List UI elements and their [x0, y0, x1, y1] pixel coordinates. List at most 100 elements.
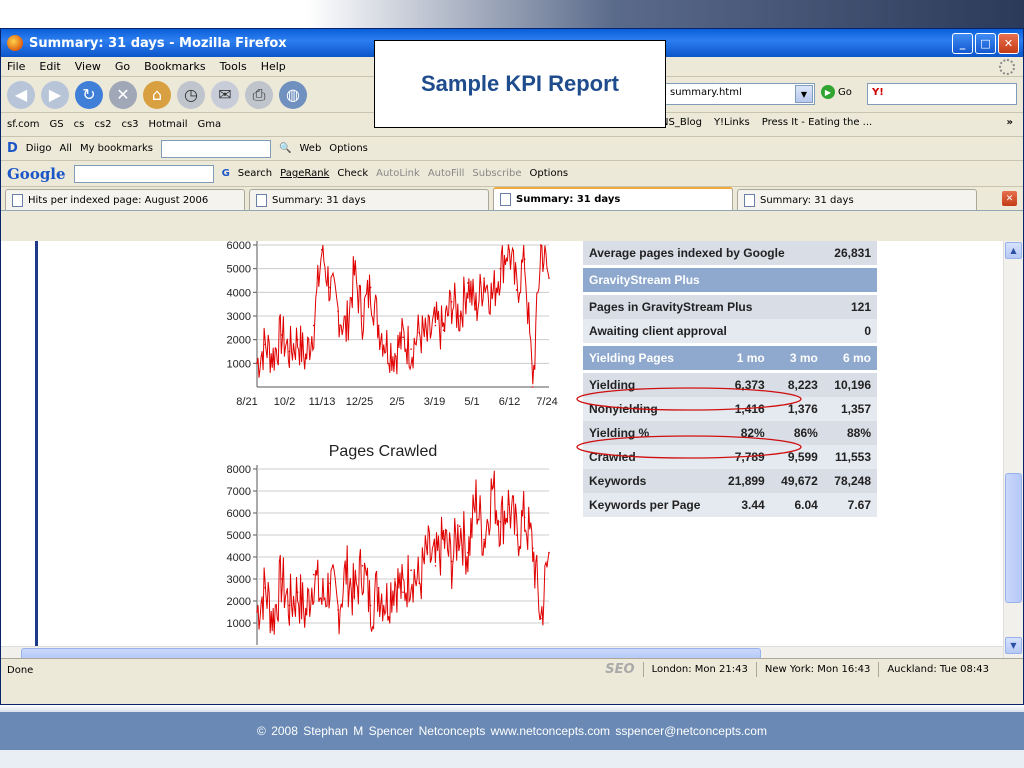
crawled-data-point — [458, 525, 461, 527]
bookmark-cs2[interactable]: cs2 — [94, 119, 111, 130]
indexed-x-tick-label: 11/13 — [309, 396, 336, 408]
vertical-scroll-thumb[interactable] — [1005, 473, 1022, 603]
scroll-down-icon[interactable]: ▼ — [1005, 637, 1022, 654]
crawled-series-line — [256, 470, 550, 635]
crawled-data-point — [272, 617, 275, 620]
reload-icon[interactable]: ↻ — [75, 80, 103, 109]
indexed-data-point — [369, 286, 372, 289]
url-dropdown-icon[interactable]: ▼ — [795, 85, 813, 103]
crawled-data-point — [280, 578, 283, 580]
google-g-icon: G — [221, 168, 230, 179]
clock-london: London: Mon 21:43 — [642, 662, 756, 677]
bookmark-ylinks[interactable]: Y!Links — [714, 117, 750, 128]
bookmark-sf[interactable]: sf.com — [7, 119, 40, 130]
indexed-data-point — [418, 331, 421, 334]
menu-help[interactable]: Help — [261, 60, 286, 73]
google-search-button[interactable]: Search — [238, 168, 272, 179]
indexed-y-tick-label: 2000 — [227, 335, 251, 347]
bookmark-hotmail[interactable]: Hotmail — [149, 119, 188, 130]
diigo-web[interactable]: Web — [299, 143, 321, 154]
back-icon[interactable]: ◀ — [7, 80, 35, 109]
indexed-y-tick-label: 6000 — [227, 241, 251, 252]
minimize-button[interactable]: _ — [952, 33, 973, 54]
table-row: Awaiting client approval 0 — [583, 319, 877, 343]
table-header-gsp: GravityStream Plus — [583, 268, 877, 292]
page-icon — [500, 193, 511, 206]
yielding-highlight-ellipse — [576, 387, 802, 411]
indexed-data-point — [434, 324, 437, 327]
close-tab-icon[interactable]: ✕ — [1002, 191, 1017, 206]
mail-icon[interactable]: ✉ — [211, 80, 239, 109]
google-search-input[interactable] — [73, 164, 214, 183]
indexed-data-point — [296, 338, 299, 341]
go-button[interactable]: ▶ Go — [821, 85, 852, 99]
diigo-options[interactable]: Options — [329, 143, 368, 154]
google-check[interactable]: Check — [337, 168, 368, 179]
crawled-data-point — [491, 485, 494, 488]
menu-bookmarks[interactable]: Bookmarks — [144, 60, 205, 73]
stop-icon[interactable]: ✕ — [109, 80, 137, 109]
clock-auckland: Auckland: Tue 08:43 — [878, 662, 997, 677]
indexed-data-point — [458, 315, 461, 317]
indexed-data-point — [515, 289, 518, 291]
bookmark-gmail[interactable]: Gma — [198, 119, 222, 130]
scroll-up-icon[interactable]: ▲ — [1005, 242, 1022, 259]
diigo-my-bookmarks[interactable]: My bookmarks — [80, 143, 153, 154]
google-autofill[interactable]: AutoFill — [428, 168, 465, 179]
home-icon[interactable]: ⌂ — [143, 80, 171, 109]
tab-hits-per-page[interactable]: Hits per indexed page: August 2006 — [5, 189, 245, 210]
menu-tools[interactable]: Tools — [220, 60, 247, 73]
menu-edit[interactable]: Edit — [39, 60, 60, 73]
menu-view[interactable]: View — [75, 60, 101, 73]
bookmark-press-it[interactable]: Press It - Eating the ... — [762, 117, 872, 128]
diigo-all[interactable]: All — [60, 143, 72, 154]
browser-window: Summary: 31 days - Mozilla Firefox _ □ ✕… — [0, 28, 1024, 705]
forward-icon[interactable]: ▶ — [41, 80, 69, 109]
crawled-data-point — [304, 613, 307, 615]
table-row: Pages in GravityStream Plus 121 — [583, 295, 877, 319]
menu-file[interactable]: File — [7, 60, 25, 73]
crawled-y-tick-label: 5000 — [227, 530, 251, 542]
crawled-data-point — [523, 516, 526, 519]
google-pagerank[interactable]: PageRank — [280, 168, 329, 179]
indexed-data-point — [345, 329, 348, 331]
vertical-scrollbar[interactable]: ▲ ▼ — [1003, 241, 1023, 658]
tab-summary-active[interactable]: Summary: 31 days — [493, 187, 733, 210]
indexed-data-point — [304, 357, 307, 360]
diigo-brand[interactable]: Diigo — [26, 143, 52, 154]
google-options[interactable]: Options — [530, 168, 569, 179]
google-autolink[interactable]: AutoLink — [376, 168, 420, 179]
indexed-data-point — [523, 258, 526, 260]
indexed-data-point — [548, 277, 550, 279]
bookmark-cs3[interactable]: cs3 — [121, 119, 138, 130]
bookmark-ns-blog[interactable]: NS_Blog — [661, 117, 702, 128]
indexed-data-point — [321, 248, 323, 251]
page-icon — [744, 193, 755, 207]
tab-summary-3[interactable]: Summary: 31 days — [737, 189, 977, 210]
crawled-y-tick-label: 2000 — [227, 596, 251, 608]
close-button[interactable]: ✕ — [998, 33, 1019, 54]
google-subscribe[interactable]: Subscribe — [472, 168, 521, 179]
crawled-data-point — [426, 551, 429, 554]
indexed-data-point — [288, 350, 291, 353]
yahoo-search-input[interactable]: Y! — [867, 83, 1017, 105]
history-icon[interactable]: ◷ — [177, 80, 205, 109]
tab-summary-1[interactable]: Summary: 31 days — [249, 189, 489, 210]
charts-area: 1000 2000 3000 4000 5000 6000 8/21 10/2 11/13 12/… — [227, 241, 558, 645]
bookmark-gs[interactable]: GS — [50, 119, 64, 130]
indexed-data-point — [442, 329, 445, 331]
indexed-x-tick-label: 7/24 — [536, 396, 557, 408]
indexed-data-point — [402, 336, 404, 339]
url-input[interactable]: summary.html — [665, 83, 815, 105]
maximize-button[interactable]: □ — [975, 33, 996, 54]
crawled-data-point — [337, 609, 339, 611]
bookmark-cs[interactable]: cs — [74, 119, 85, 130]
diigo-search-input[interactable] — [161, 139, 272, 158]
globe-icon[interactable]: ◍ — [279, 80, 307, 109]
bookmarks-overflow-icon[interactable]: » — [1007, 117, 1013, 128]
print-icon[interactable]: ⎙ — [245, 80, 273, 109]
menu-go[interactable]: Go — [115, 60, 130, 73]
seo-extension-icon[interactable]: SEO — [597, 662, 642, 677]
clock-newyork: New York: Mon 16:43 — [755, 662, 878, 677]
yield-header-label: Yielding Pages — [583, 346, 718, 370]
